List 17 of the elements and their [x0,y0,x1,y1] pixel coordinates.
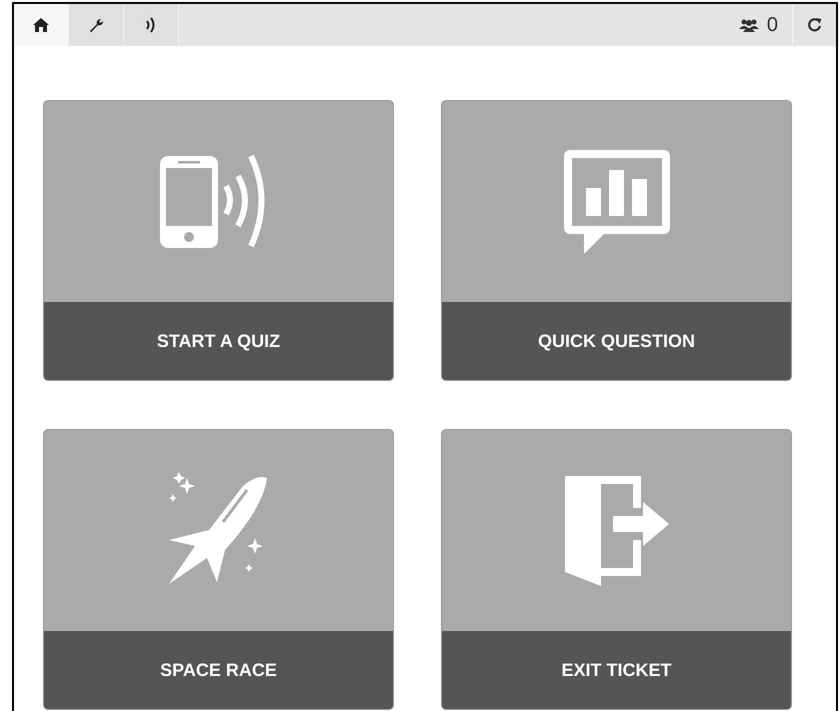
card-label: SPACE RACE [44,631,393,709]
student-count: 0 [766,14,778,36]
home-icon [33,18,49,32]
card-label: EXIT TICKET [442,631,791,709]
activity-card[interactable]: SPACE RACE [44,430,393,709]
signal-icon [145,16,157,34]
refresh-icon [806,17,822,33]
activity-card[interactable]: START A QUIZ [44,101,393,380]
card-label: QUICK QUESTION [442,302,791,380]
door-exit-icon [564,476,668,586]
chart-bubble-icon [564,150,670,254]
activity-card[interactable]: EXIT TICKET [442,430,791,709]
activity-card[interactable]: QUICK QUESTION [442,101,791,380]
wrench-icon [88,18,104,32]
people-icon [738,18,759,32]
tab[interactable] [14,4,69,46]
card-label: START A QUIZ [44,302,393,380]
